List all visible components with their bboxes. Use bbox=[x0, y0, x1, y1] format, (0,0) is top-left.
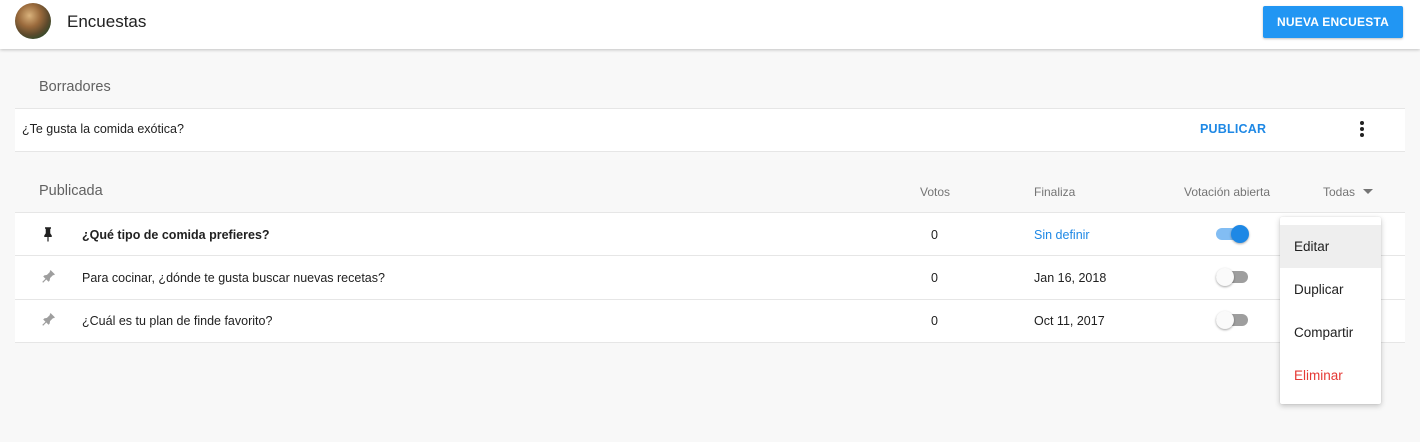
divider bbox=[15, 151, 1405, 152]
table-row-ends: Oct 11, 2017 bbox=[1034, 314, 1105, 328]
table-row-votes: 0 bbox=[931, 314, 938, 328]
filter-dropdown[interactable]: Todas bbox=[1323, 185, 1355, 199]
menu-item-delete[interactable]: Eliminar bbox=[1280, 354, 1381, 397]
drafts-section-title: Borradores bbox=[39, 79, 111, 95]
new-survey-button[interactable]: NUEVA ENCUESTA bbox=[1263, 6, 1403, 38]
context-menu: Editar Duplicar Compartir Eliminar bbox=[1280, 217, 1381, 404]
divider bbox=[15, 255, 1405, 256]
table-row-question[interactable]: Para cocinar, ¿dónde te gusta buscar nue… bbox=[82, 271, 385, 285]
table-row-question[interactable]: ¿Qué tipo de comida prefieres? bbox=[82, 228, 270, 242]
app-bar: Encuestas NUEVA ENCUESTA bbox=[0, 0, 1420, 49]
draft-question: ¿Te gusta la comida exótica? bbox=[22, 122, 184, 136]
page-title: Encuestas bbox=[67, 12, 147, 31]
table-row-ends[interactable]: Sin definir bbox=[1034, 228, 1090, 242]
published-section-title: Publicada bbox=[39, 183, 103, 199]
menu-item-edit[interactable]: Editar bbox=[1280, 225, 1381, 268]
open-voting-toggle[interactable] bbox=[1216, 267, 1250, 287]
table-row-votes: 0 bbox=[931, 271, 938, 285]
open-voting-toggle[interactable] bbox=[1216, 224, 1250, 244]
table-row-question[interactable]: ¿Cuál es tu plan de finde favorito? bbox=[82, 314, 272, 328]
divider bbox=[15, 299, 1405, 300]
more-vert-icon[interactable] bbox=[1355, 120, 1369, 140]
avatar[interactable] bbox=[15, 3, 51, 39]
column-header-ends: Finaliza bbox=[1034, 185, 1076, 199]
publish-button[interactable]: PUBLICAR bbox=[1200, 122, 1266, 136]
pin-icon[interactable] bbox=[39, 311, 57, 329]
chevron-down-icon[interactable] bbox=[1363, 189, 1373, 194]
draft-row bbox=[15, 109, 1405, 151]
column-header-votes: Votos bbox=[920, 185, 951, 199]
pin-icon[interactable] bbox=[39, 225, 57, 243]
menu-item-duplicate[interactable]: Duplicar bbox=[1280, 268, 1381, 311]
divider bbox=[15, 342, 1405, 343]
open-voting-toggle[interactable] bbox=[1216, 310, 1250, 330]
table-row-votes: 0 bbox=[931, 228, 938, 242]
pin-icon[interactable] bbox=[39, 268, 57, 286]
column-header-open-voting: Votación abierta bbox=[1184, 185, 1271, 199]
table-row-ends: Jan 16, 2018 bbox=[1034, 271, 1107, 285]
menu-item-share[interactable]: Compartir bbox=[1280, 311, 1381, 354]
